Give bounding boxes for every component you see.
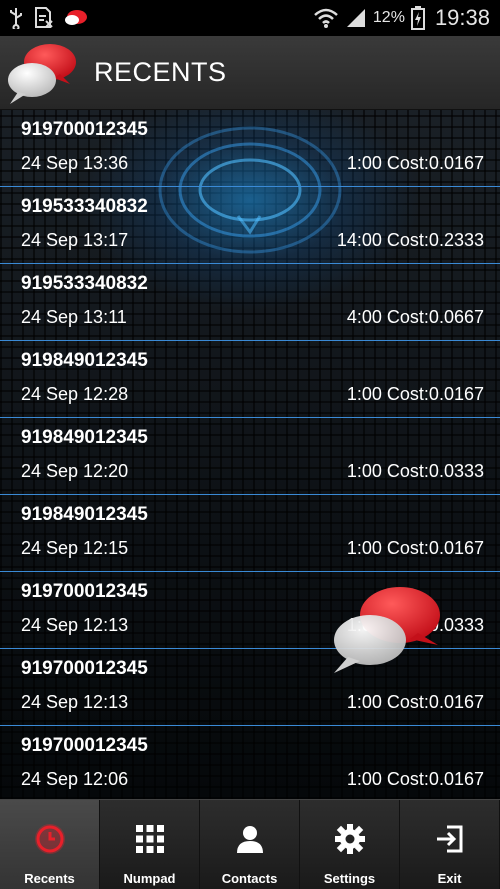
call-date: 24 Sep 13:17: [21, 230, 129, 250]
call-row[interactable]: 919533340832 24 Sep 13:17 14:00 Cost:0.2…: [0, 187, 500, 264]
call-cost: 14:00 Cost:0.2333: [336, 230, 484, 250]
floating-chat-bubble-icon[interactable]: [330, 585, 445, 675]
call-cost: 1:00 Cost:0.0333: [346, 461, 484, 481]
call-number: 919533340832: [21, 273, 148, 294]
numpad-grid-icon: [135, 813, 164, 865]
exit-icon: [435, 813, 465, 865]
call-date: 24 Sep 12:06: [21, 769, 129, 789]
call-date: 24 Sep 13:11: [21, 307, 127, 327]
signal-icon: [345, 7, 367, 29]
call-date: 24 Sep 12:13: [21, 692, 129, 712]
battery-charging-icon: [410, 6, 425, 30]
call-cost: 4:00 Cost:0.0667: [346, 307, 484, 327]
call-cost: 1:00 Cost:0.0167: [346, 692, 484, 712]
wifi-icon: [313, 7, 339, 29]
call-number: 919700012345: [21, 119, 148, 140]
nav-exit-label: Exit: [437, 871, 462, 886]
call-row[interactable]: 919533340832 24 Sep 13:11 4:00 Cost:0.06…: [0, 264, 500, 341]
nav-numpad[interactable]: Numpad: [100, 800, 200, 889]
call-row[interactable]: 919849012345 24 Sep 12:15 1:00 Cost:0.01…: [0, 495, 500, 572]
usb-icon: [8, 7, 24, 29]
call-number: 919533340832: [21, 196, 148, 217]
call-date: 24 Sep 13:36: [21, 153, 129, 173]
call-row[interactable]: 919849012345 24 Sep 12:20 1:00 Cost:0.03…: [0, 418, 500, 495]
gear-icon: [334, 813, 365, 865]
recents-list[interactable]: 919700012345 24 Sep 13:36 1:00 Cost:0.01…: [0, 110, 500, 799]
call-number: 919849012345: [21, 504, 148, 525]
call-number: 919700012345: [21, 581, 148, 602]
call-number: 919700012345: [21, 735, 148, 756]
clock-icon: [33, 813, 67, 865]
nav-exit[interactable]: Exit: [400, 800, 500, 889]
call-cost: 1:00 Cost:0.0167: [346, 538, 484, 558]
call-row[interactable]: 919849012345 24 Sep 12:28 1:00 Cost:0.01…: [0, 341, 500, 418]
call-cost: 1:00 Cost:0.0167: [346, 153, 484, 173]
call-number: 919849012345: [21, 350, 148, 371]
call-number: 919700012345: [21, 658, 148, 679]
app-header: RECENTS: [0, 36, 500, 110]
nav-contacts-label: Contacts: [221, 871, 278, 886]
call-date: 24 Sep 12:13: [21, 615, 129, 635]
app-logo: [4, 38, 80, 108]
person-icon: [235, 813, 265, 865]
call-date: 24 Sep 12:15: [21, 538, 129, 558]
page-title: RECENTS: [94, 57, 227, 87]
call-number: 919849012345: [21, 427, 148, 448]
status-bar: 12% 19:38: [0, 0, 500, 36]
call-date: 24 Sep 12:20: [21, 461, 129, 481]
bottom-navigation: Recents Numpad Contacts Settings Exit: [0, 799, 500, 889]
nav-settings-label: Settings: [323, 871, 376, 886]
call-cost: 1:00 Cost:0.0167: [346, 769, 484, 789]
battery-percent: 12%: [372, 9, 405, 26]
call-row[interactable]: 919700012345 24 Sep 12:06 1:00 Cost:0.01…: [0, 726, 500, 799]
call-cost: 1:00 Cost:0.0167: [346, 384, 484, 404]
nav-settings[interactable]: Settings: [300, 800, 400, 889]
nav-recents[interactable]: Recents: [0, 800, 100, 889]
nav-numpad-label: Numpad: [123, 871, 176, 886]
nav-contacts[interactable]: Contacts: [200, 800, 300, 889]
sim-card-icon: [34, 7, 54, 29]
nav-recents-label: Recents: [24, 871, 75, 886]
call-date: 24 Sep 12:28: [21, 384, 129, 404]
chat-notification-icon: [64, 8, 88, 28]
clock: 19:38: [434, 5, 490, 30]
call-row[interactable]: 919700012345 24 Sep 13:36 1:00 Cost:0.01…: [0, 110, 500, 187]
